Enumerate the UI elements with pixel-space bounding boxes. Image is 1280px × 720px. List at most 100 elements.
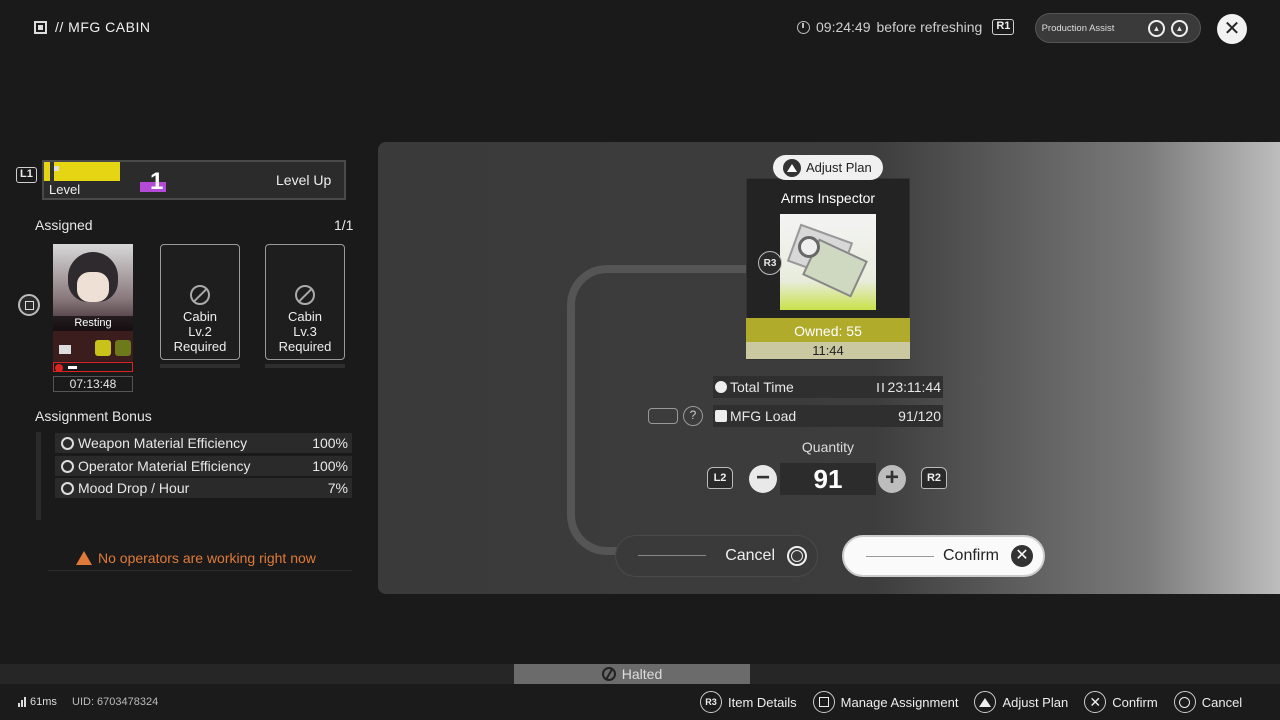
locked-icon — [295, 285, 315, 305]
bonus-value: 7% — [327, 480, 348, 496]
cube-icon — [715, 410, 727, 422]
assigned-label: Assigned — [35, 217, 93, 233]
cross-icon: ✕ — [1011, 545, 1033, 567]
production-assist-button[interactable]: Production Assist ▲ ▲ — [1035, 13, 1201, 43]
bonus-label: Operator Material Efficiency — [78, 458, 251, 474]
warning-message: No operators are working right now — [76, 550, 316, 566]
cross-icon: ✕ — [1084, 691, 1107, 713]
close-icon: ✕ — [1223, 18, 1241, 40]
bonus-divider — [36, 432, 41, 520]
r2-key-icon[interactable]: R2 — [921, 467, 947, 489]
confirm-button[interactable]: Confirm ✕ — [842, 535, 1045, 577]
triangle-icon — [974, 691, 997, 713]
quantity-label: Quantity — [801, 439, 855, 455]
locked-slot-2[interactable]: Cabin Lv.3 Required — [265, 244, 345, 368]
uid-label: UID: 6703478324 — [72, 696, 159, 708]
confirm-label: Confirm — [942, 547, 999, 564]
assigned-count: 1/1 — [334, 217, 354, 233]
legend-label: Cancel — [1201, 694, 1243, 710]
cancel-label: Cancel — [725, 547, 775, 564]
efficiency-icon — [61, 436, 74, 450]
efficiency-icon — [61, 459, 74, 473]
item-name: Arms Inspector — [780, 190, 876, 206]
bonus-value: 100% — [312, 435, 348, 451]
legend-confirm[interactable]: ✕ Confirm — [1084, 691, 1158, 713]
mfg-load-label: MFG Load — [730, 408, 797, 424]
adjust-plan-button[interactable]: Adjust Plan — [773, 155, 883, 180]
level-grid-icon — [50, 162, 54, 183]
button-decor-line — [638, 555, 706, 556]
total-time-value: 23:11:44 — [887, 379, 941, 395]
legend-manage-assignment[interactable]: Manage Assignment — [812, 691, 959, 713]
operator-timer: 07:13:48 — [53, 376, 133, 392]
level-up-label: Level Up — [276, 172, 332, 188]
assist-drop-icon-2: ▲ — [1171, 19, 1188, 37]
locked-slot-1[interactable]: Cabin Lv.2 Required — [160, 244, 240, 368]
production-assist-label: Production Assist — [1041, 22, 1115, 34]
pie-icon — [715, 381, 727, 393]
slot-text: Required — [173, 339, 227, 354]
mood-bar — [53, 362, 133, 372]
warning-text: No operators are working right now — [98, 550, 316, 566]
halted-label: Halted — [621, 666, 663, 682]
level-badge — [44, 162, 120, 181]
slot-text: Cabin — [288, 309, 322, 324]
cancel-button[interactable]: Cancel — [615, 535, 818, 577]
mood-icon — [55, 364, 63, 372]
r3-key-icon[interactable]: R3 — [758, 251, 782, 275]
legend-label: Manage Assignment — [840, 694, 959, 710]
mfg-load-value: 91/120 — [898, 408, 941, 424]
slot-text: Lv.3 — [293, 324, 317, 339]
increase-button[interactable]: + — [878, 465, 906, 493]
bonus-label: Weapon Material Efficiency — [78, 435, 248, 451]
button-decor-line — [866, 556, 934, 557]
slot-text: Lv.2 — [188, 324, 212, 339]
decrease-button[interactable]: − — [749, 465, 777, 493]
legend-label: Adjust Plan — [1002, 694, 1069, 710]
pause-icon — [876, 382, 884, 392]
total-time-row: Total Time 23:11:44 — [713, 376, 943, 398]
circle-icon — [1173, 691, 1196, 713]
bonus-row: Weapon Material Efficiency 100% — [55, 433, 352, 453]
warning-icon — [76, 551, 92, 565]
legend-cancel[interactable]: Cancel — [1173, 691, 1243, 713]
triangle-icon — [783, 158, 801, 177]
refresh-timer: 09:24:49 before refreshing R1 — [797, 19, 1015, 35]
clock-icon — [797, 20, 810, 34]
close-button[interactable]: ✕ — [1217, 14, 1247, 44]
l2-key-icon[interactable]: L2 — [707, 467, 733, 489]
level-label: Level — [49, 182, 81, 197]
square-button-icon[interactable] — [18, 294, 40, 316]
assist-drop-icon: ▲ — [1148, 19, 1165, 37]
skill-icon-3 — [115, 340, 131, 356]
button-legend: R3 Item Details Manage Assignment Adjust… — [700, 691, 1258, 713]
refresh-label: before refreshing — [876, 19, 983, 35]
r1-key-icon: R1 — [992, 19, 1015, 35]
item-time: 11:44 — [746, 342, 910, 359]
adjust-plan-label: Adjust Plan — [806, 160, 872, 175]
slot-text: Cabin — [183, 309, 217, 324]
help-icon[interactable]: ? — [683, 406, 703, 426]
skill-icon — [59, 345, 71, 354]
signal-icon — [18, 697, 26, 707]
slot-text: Required — [278, 339, 332, 354]
operator-face — [77, 272, 109, 302]
halted-icon — [601, 667, 616, 681]
touchpad-icon[interactable] — [648, 408, 678, 424]
level-value: 1 — [150, 168, 164, 195]
owned-count: Owned: 55 — [746, 318, 910, 342]
circle-icon — [787, 546, 807, 566]
skill-icon-2 — [95, 340, 111, 356]
legend-label: Confirm — [1112, 694, 1158, 710]
locked-icon — [190, 285, 210, 305]
mood-drop-icon — [61, 481, 74, 495]
divider — [48, 570, 352, 571]
legend-item-details[interactable]: R3 Item Details — [700, 691, 797, 713]
legend-adjust-plan[interactable]: Adjust Plan — [974, 691, 1068, 713]
ping-indicator: 61ms — [18, 696, 57, 708]
total-time-label: Total Time — [730, 379, 794, 395]
l1-key-icon: L1 — [16, 167, 37, 183]
r3-key-icon: R3 — [700, 691, 722, 713]
bonus-title: Assignment Bonus — [35, 408, 152, 424]
square-icon — [812, 691, 835, 713]
